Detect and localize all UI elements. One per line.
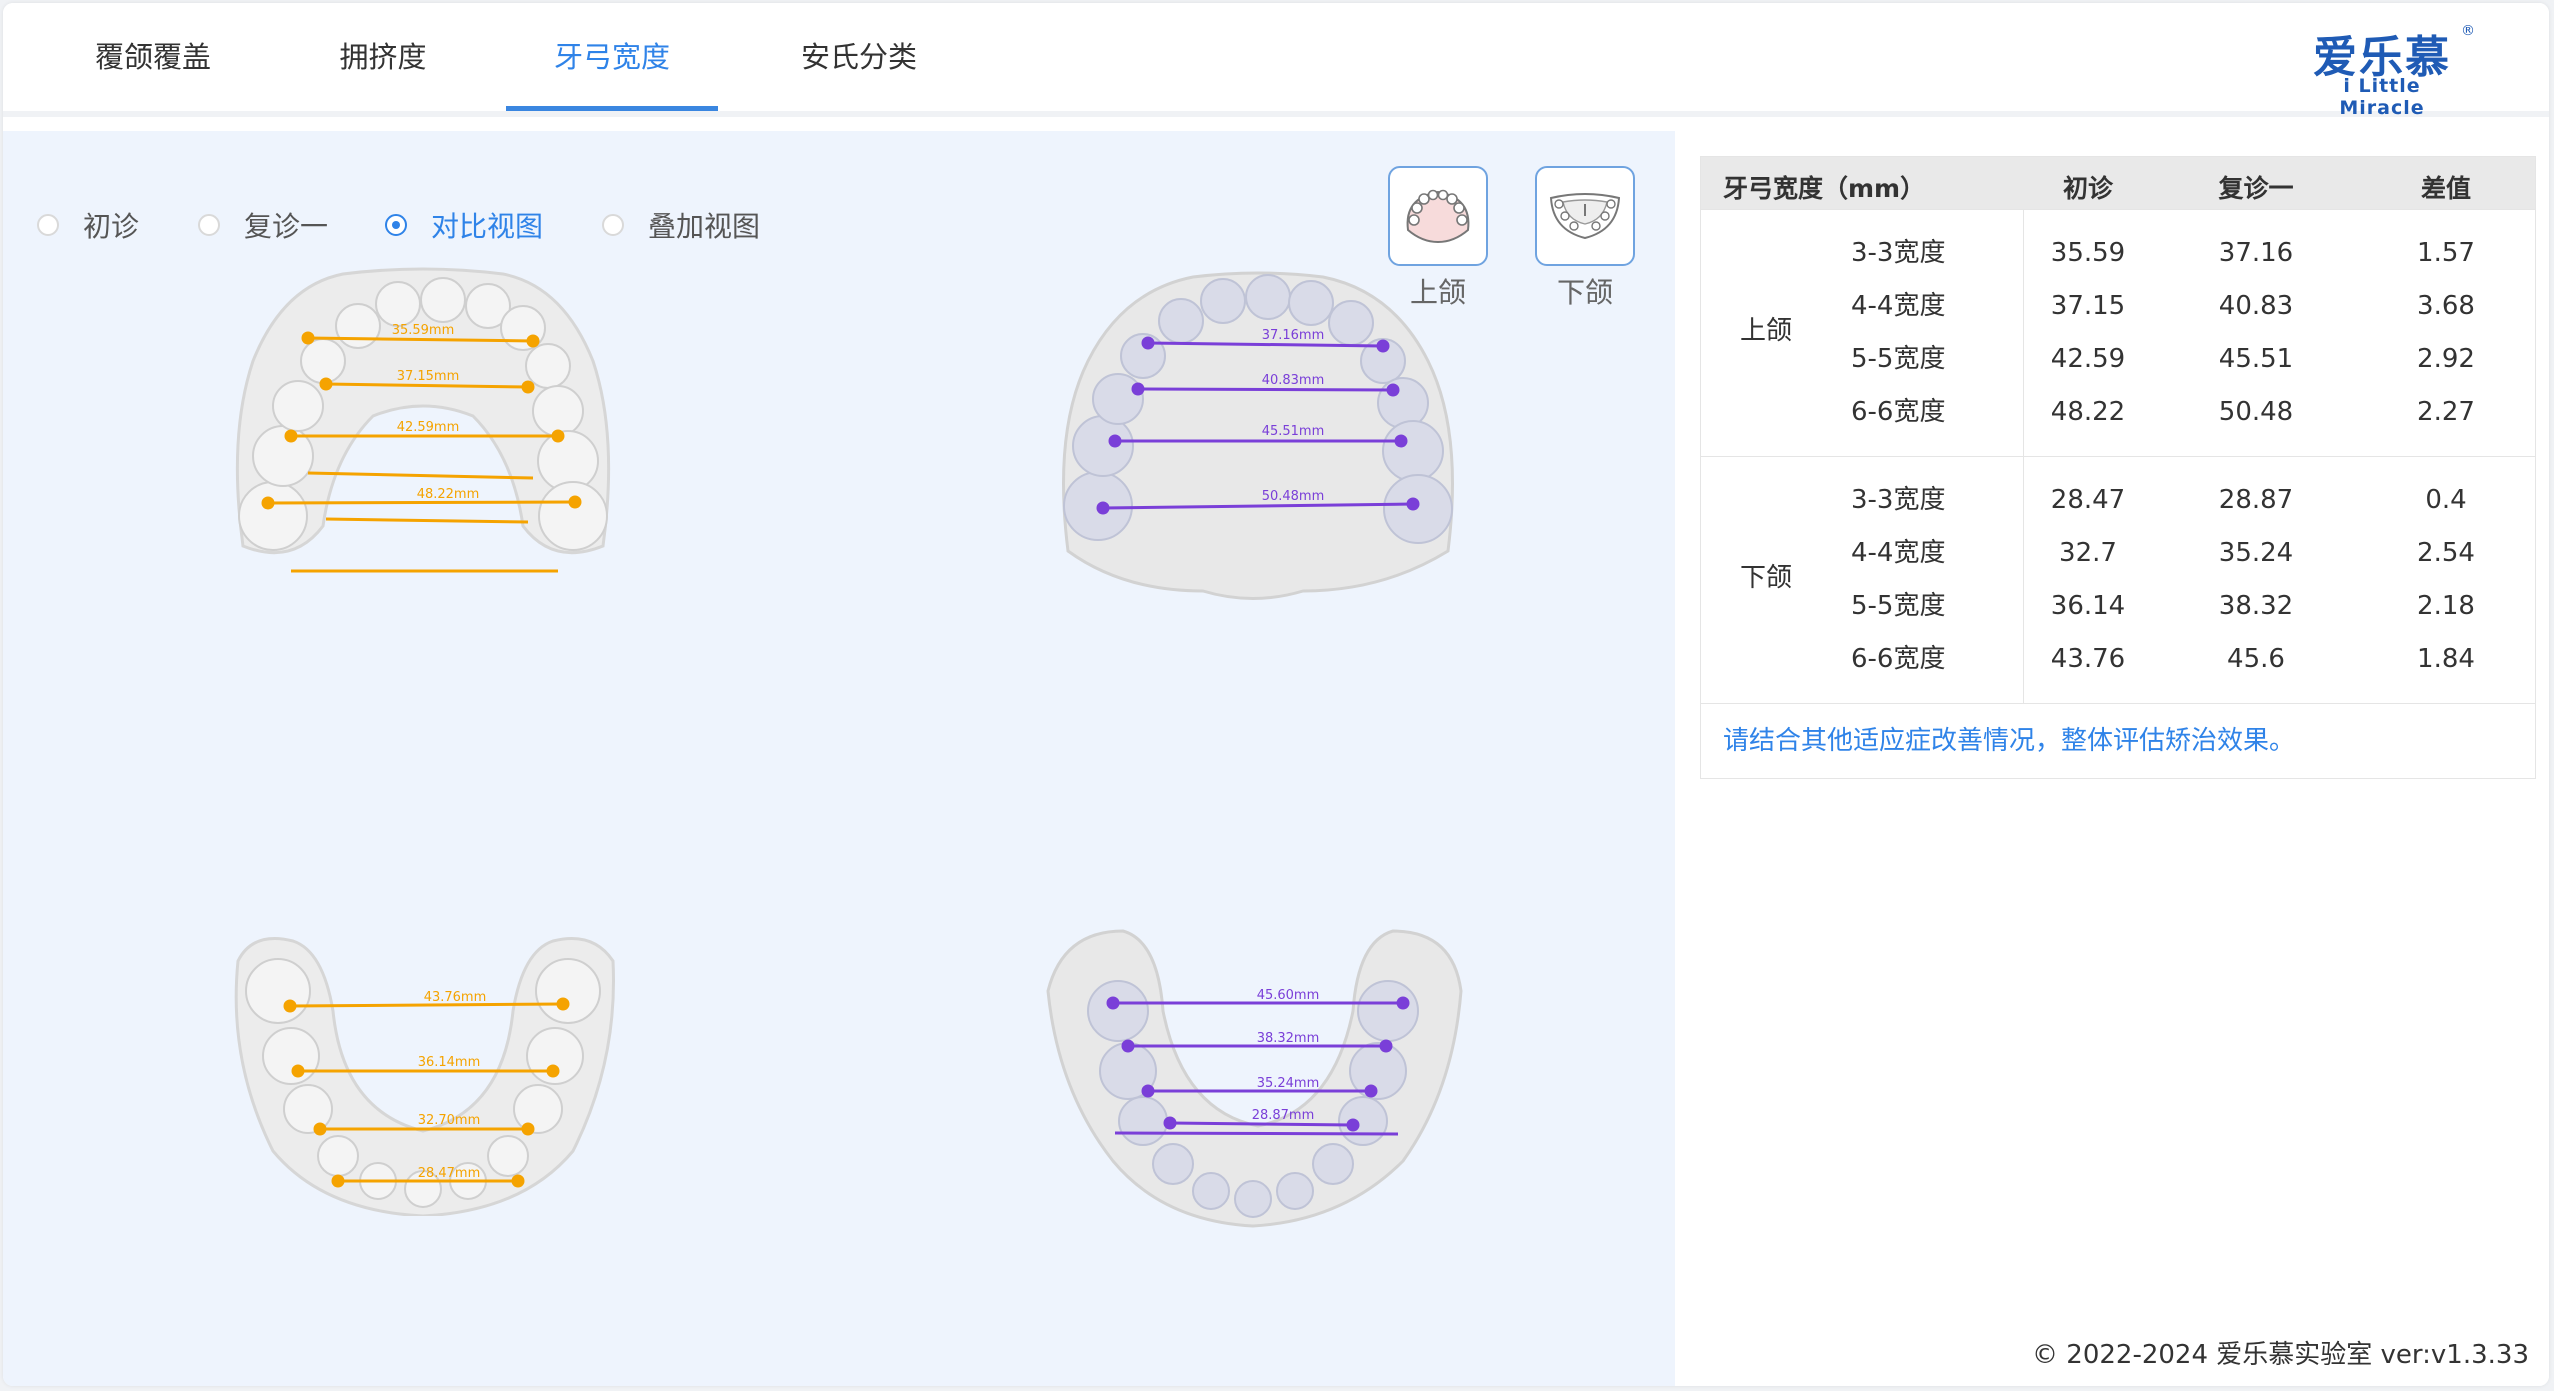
cell-followup: 50.48: [2218, 397, 2294, 427]
tab-arch-width[interactable]: 牙弓宽度: [506, 3, 718, 111]
header-metric: 牙弓宽度（mm）: [1723, 174, 1926, 203]
cell-followup: 37.16: [2218, 238, 2294, 268]
lower-jaw-label: 下颌: [1556, 276, 1613, 309]
tab-overbite-overjet[interactable]: 覆颌覆盖: [63, 3, 243, 111]
lower-jaw-group: 下颌 3-3宽度 28.47 28.87 0.4 4-4宽度 32.7 35.2…: [1701, 456, 2535, 703]
radio-circle[interactable]: [602, 214, 624, 236]
evaluation-note: 请结合其他适应症改善情况，整体评估矫治效果。: [1701, 703, 2535, 778]
cell-followup: 45.51: [2218, 344, 2294, 374]
lower-jaw-button[interactable]: [1535, 166, 1635, 266]
cell-initial: 32.7: [2059, 538, 2117, 568]
table-row: 4-4宽度 37.15 40.83 3.68: [1701, 280, 2535, 333]
cell-diff: 2.18: [2417, 591, 2475, 621]
radio-label: 对比视图: [431, 210, 544, 243]
table-header: 牙弓宽度（mm） 初诊 复诊一 差值: [1701, 157, 2535, 209]
cell-diff: 3.68: [2417, 291, 2475, 321]
table-row: 5-5宽度 42.59 45.51 2.92: [1701, 333, 2535, 386]
cell-diff: 2.27: [2417, 397, 2475, 427]
upper-initial-width-lines: 35.59mm 37.15mm 42.59mm 48.22mm: [261, 323, 582, 510]
table-row: 6-6宽度 43.76 45.6 1.84: [1701, 633, 2535, 686]
measure-label: 45.51mm: [1262, 424, 1325, 439]
row-label: 6-6宽度: [1851, 397, 1946, 427]
measure-label: 38.32mm: [1257, 1031, 1320, 1046]
row-label: 3-3宽度: [1851, 238, 1946, 268]
cell-followup: 45.6: [2227, 644, 2285, 674]
cell-followup: 35.24: [2218, 538, 2294, 568]
row-label: 3-3宽度: [1851, 485, 1946, 515]
cell-diff: 2.54: [2417, 538, 2475, 568]
radio-compare-view[interactable]: 对比视图: [385, 205, 543, 245]
measure-label: 42.59mm: [397, 420, 460, 435]
upper-arch-followup-model[interactable]: 37.16mm 40.83mm 45.51mm 50.48mm: [1053, 271, 1463, 606]
table-row: 3-3宽度 35.59 37.16 1.57: [1701, 227, 2535, 280]
cell-diff: 0.4: [2425, 485, 2467, 515]
tab-angle-classification[interactable]: 安氏分类: [769, 3, 949, 111]
cell-initial: 43.76: [2050, 644, 2126, 674]
measure-label: 50.48mm: [1262, 489, 1325, 504]
cell-initial: 37.15: [2050, 291, 2126, 321]
app-window: 覆颌覆盖 拥挤度 牙弓宽度 安氏分类 爱乐慕 ® i Little Miracl…: [3, 3, 2549, 1386]
lower-arch-initial-model[interactable]: 43.76mm 36.14mm 32.70mm 28.47mm: [223, 931, 623, 1216]
header-diff: 差值: [2420, 174, 2471, 203]
cell-initial: 28.47: [2050, 485, 2126, 515]
logo-registered-mark: ®: [2461, 23, 2475, 39]
measure-label: 40.83mm: [1262, 373, 1325, 388]
measure-label: 28.87mm: [1252, 1108, 1315, 1123]
top-tab-bar: 覆颌覆盖 拥挤度 牙弓宽度 安氏分类 爱乐慕 ® i Little Miracl…: [3, 3, 2549, 119]
table-row: 3-3宽度 28.47 28.87 0.4: [1701, 474, 2535, 527]
measure-label: 37.15mm: [397, 369, 460, 384]
row-label: 5-5宽度: [1851, 344, 1946, 374]
cell-initial: 48.22: [2050, 397, 2126, 427]
brand-logo: 爱乐慕 ® i Little Miracle: [2297, 21, 2475, 119]
logo-en-text: i Little Miracle: [2339, 75, 2425, 119]
measure-label: 28.47mm: [418, 1166, 481, 1181]
measure-label: 45.60mm: [1257, 988, 1320, 1003]
radio-circle[interactable]: [385, 214, 407, 236]
model-viewer[interactable]: 初诊 复诊一 对比视图 叠加视图 上颌 下颌 35.59mm 37.15mm 4…: [3, 131, 1675, 1386]
arch-width-table: 牙弓宽度（mm） 初诊 复诊一 差值 上颌 3-3宽度 35.59 37.16 …: [1700, 156, 2536, 779]
radio-label: 复诊一: [244, 210, 329, 243]
radio-initial[interactable]: 初诊: [37, 205, 139, 245]
lower-followup-measure-lines: 45.60mm 38.32mm 35.24mm 28.87mm: [1106, 988, 1410, 1132]
measure-label: 37.16mm: [1262, 328, 1325, 343]
header-followup: 复诊一: [2218, 174, 2294, 203]
measure-label: 32.70mm: [418, 1113, 481, 1128]
lower-jaw-icon: [1549, 193, 1621, 240]
measure-label: 35.59mm: [392, 323, 455, 338]
copyright-footer: © 2022-2024 爱乐慕实验室 ver:v1.3.33: [2032, 1340, 2529, 1370]
radio-label: 叠加视图: [648, 210, 761, 243]
tab-crowding[interactable]: 拥挤度: [293, 3, 473, 111]
upper-jaw-button[interactable]: [1388, 166, 1488, 266]
cell-followup: 40.83: [2218, 291, 2294, 321]
measure-label: 43.76mm: [424, 990, 487, 1005]
table-row: 4-4宽度 32.7 35.24 2.54: [1701, 527, 2535, 580]
cell-initial: 35.59: [2050, 238, 2126, 268]
cell-initial: 36.14: [2050, 591, 2126, 621]
cell-diff: 1.57: [2417, 238, 2475, 268]
radio-circle[interactable]: [37, 214, 59, 236]
table-row: 5-5宽度 36.14 38.32 2.18: [1701, 580, 2535, 633]
cell-diff: 2.92: [2417, 344, 2475, 374]
row-label: 4-4宽度: [1851, 538, 1946, 568]
row-label: 5-5宽度: [1851, 591, 1946, 621]
upper-jaw-group: 上颌 3-3宽度 35.59 37.16 1.57 4-4宽度 37.15 40…: [1701, 209, 2535, 456]
row-label: 4-4宽度: [1851, 291, 1946, 321]
radio-label: 初诊: [83, 210, 140, 243]
table-row: 6-6宽度 48.22 50.48 2.27: [1701, 386, 2535, 439]
radio-overlay-view[interactable]: 叠加视图: [602, 205, 760, 245]
measure-label: 36.14mm: [418, 1055, 481, 1070]
measure-label: 48.22mm: [417, 487, 480, 502]
row-label: 6-6宽度: [1851, 644, 1946, 674]
cell-diff: 1.84: [2417, 644, 2475, 674]
header-initial: 初诊: [2062, 174, 2113, 203]
radio-followup-1[interactable]: 复诊一: [198, 205, 328, 245]
measure-label: 35.24mm: [1257, 1076, 1320, 1091]
cell-followup: 38.32: [2218, 591, 2294, 621]
upper-jaw-icon: [1406, 189, 1470, 244]
cell-initial: 42.59: [2050, 344, 2126, 374]
radio-circle[interactable]: [198, 214, 220, 236]
cell-followup: 28.87: [2218, 485, 2294, 515]
arch-width-panel: 牙弓宽度（mm） 初诊 复诊一 差值 上颌 3-3宽度 35.59 37.16 …: [1678, 131, 2549, 1386]
